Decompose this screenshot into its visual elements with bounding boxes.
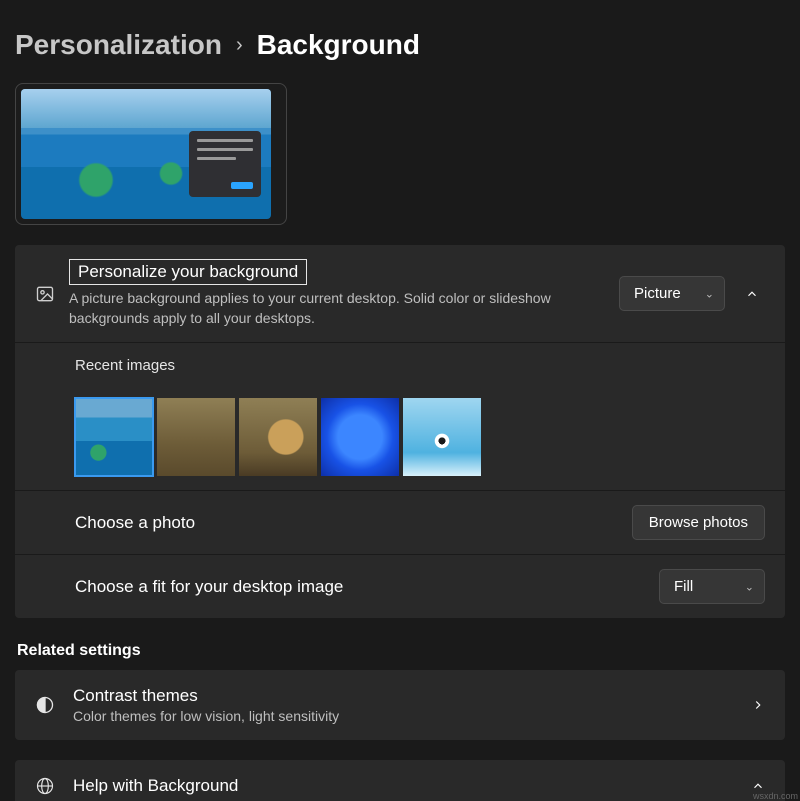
related-settings-card: Contrast themes Color themes for low vis… — [15, 670, 785, 740]
contrast-themes-row[interactable]: Contrast themes Color themes for low vis… — [15, 670, 785, 740]
choose-photo-label: Choose a photo — [75, 513, 618, 533]
chevron-right-icon: › — [236, 34, 243, 57]
recent-image-3[interactable] — [239, 398, 317, 476]
recent-image-1[interactable] — [75, 398, 153, 476]
personalize-card: Personalize your background A picture ba… — [15, 245, 785, 618]
image-icon — [35, 284, 55, 304]
contrast-themes-sub: Color themes for low vision, light sensi… — [73, 708, 733, 724]
recent-image-4[interactable] — [321, 398, 399, 476]
chevron-up-icon — [745, 287, 759, 301]
collapse-section-button[interactable] — [739, 283, 765, 305]
chevron-right-icon — [751, 698, 765, 712]
related-settings-heading: Related settings — [17, 642, 785, 660]
fit-value: Fill — [674, 578, 693, 595]
personalize-description: A picture background applies to your cur… — [69, 289, 605, 328]
contrast-themes-title: Contrast themes — [73, 686, 733, 706]
personalize-title: Personalize your background — [69, 259, 307, 285]
desktop-preview — [15, 83, 287, 225]
background-type-value: Picture — [634, 285, 681, 302]
recent-images-title: Recent images — [75, 357, 175, 374]
background-type-dropdown[interactable]: Picture ⌄ — [619, 276, 725, 311]
window-mockup — [189, 131, 261, 197]
browse-photos-button[interactable]: Browse photos — [632, 505, 765, 540]
chevron-down-icon: ⌄ — [745, 580, 754, 593]
help-header-row[interactable]: Help with Background — [15, 760, 785, 801]
choose-fit-label: Choose a fit for your desktop image — [75, 577, 645, 597]
fit-dropdown[interactable]: Fill ⌄ — [659, 569, 765, 604]
help-card: Help with Background Getting new wallpap… — [15, 760, 785, 801]
breadcrumb-current: Background — [257, 29, 420, 61]
contrast-icon — [35, 695, 55, 715]
breadcrumb: Personalization › Background — [15, 29, 785, 61]
help-title: Help with Background — [73, 776, 733, 796]
recent-image-2[interactable] — [157, 398, 235, 476]
recent-image-5[interactable] — [403, 398, 481, 476]
footer-credit: wsxdn.com — [753, 791, 798, 801]
wallpaper-preview — [21, 89, 271, 219]
recent-images-list — [75, 398, 481, 476]
chevron-down-icon: ⌄ — [705, 287, 714, 300]
breadcrumb-parent[interactable]: Personalization — [15, 29, 222, 61]
globe-icon — [35, 776, 55, 796]
